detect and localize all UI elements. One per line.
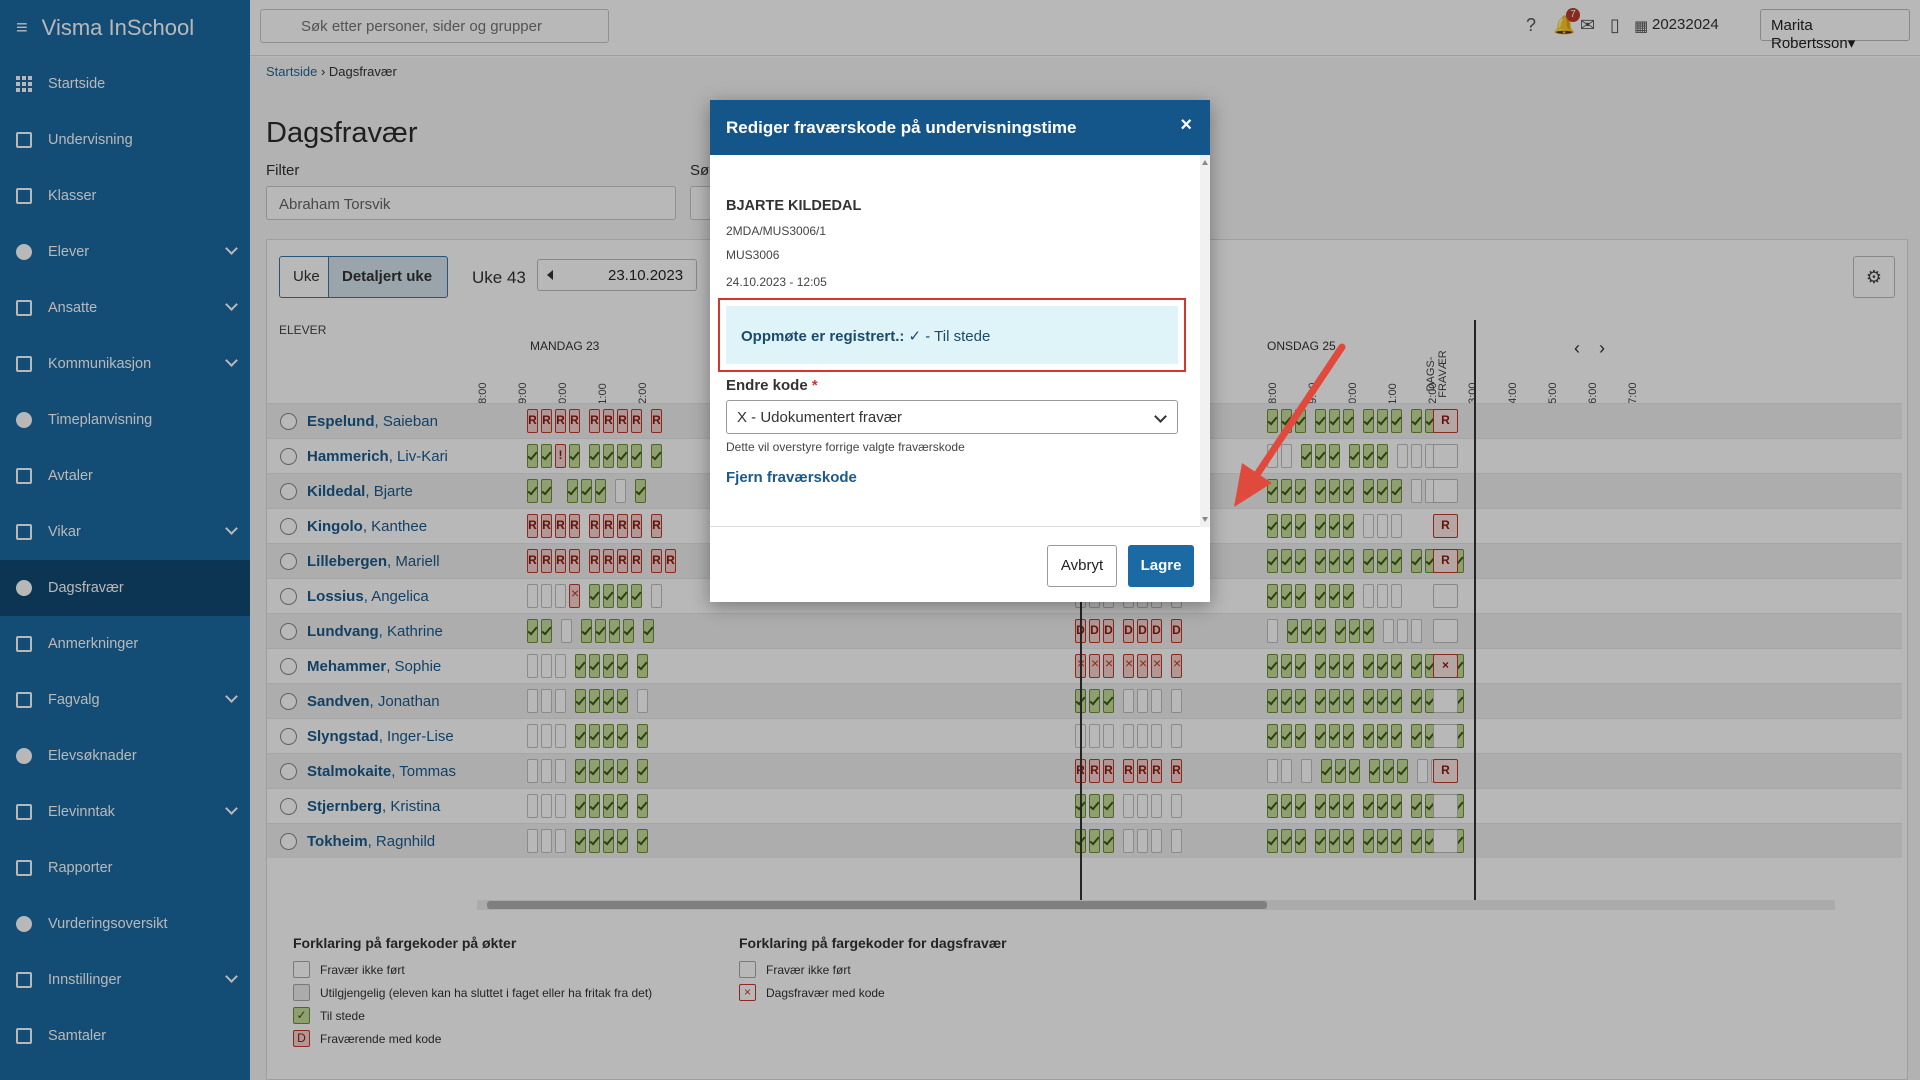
remove-code-link[interactable]: Fjern fraværskode [726,469,857,486]
dialog-scrollbar[interactable] [1200,155,1210,527]
required-mark: * [811,377,818,394]
group-code: 2MDA/MUS3006/1 [726,224,827,238]
dialog-title: Rediger fraværskode på undervisningstime [726,118,1077,137]
cancel-button[interactable]: Avbryt [1047,545,1117,587]
save-button[interactable]: Lagre [1128,545,1194,587]
dialog-body: BJARTE KILDEDAL 2MDA/MUS3006/1 MUS3006 2… [710,155,1210,527]
override-hint: Dette vil overstyre forrige valgte fravæ… [726,440,965,454]
label-text: Endre kode [726,377,808,394]
change-code-label: Endre kode * [726,377,818,394]
info-status: - Til stede [921,328,991,345]
page: ≡ Visma InSchool Startside Undervisning Kl… [0,0,1920,1080]
subject-code: MUS3006 [726,248,780,262]
absence-code-select[interactable]: X - Udokumentert fravær [726,400,1178,434]
attendance-info: Oppmøte er registrert.: ✓ - Til stede [726,306,1178,364]
check-icon: ✓ [908,328,922,345]
dialog-header: Rediger fraværskode på undervisningstime… [710,100,1210,155]
student-name: BJARTE KILDEDAL [726,198,862,214]
selected-code: X - Udokumentert fravær [737,409,903,426]
lesson-datetime: 24.10.2023 - 12:05 [726,275,827,289]
annotation-arrow [1234,343,1346,507]
info-label: Oppmøte er registrert.: [741,328,905,345]
close-icon[interactable]: × [1180,114,1192,137]
edit-absence-dialog: Rediger fraværskode på undervisningstime… [710,100,1210,602]
